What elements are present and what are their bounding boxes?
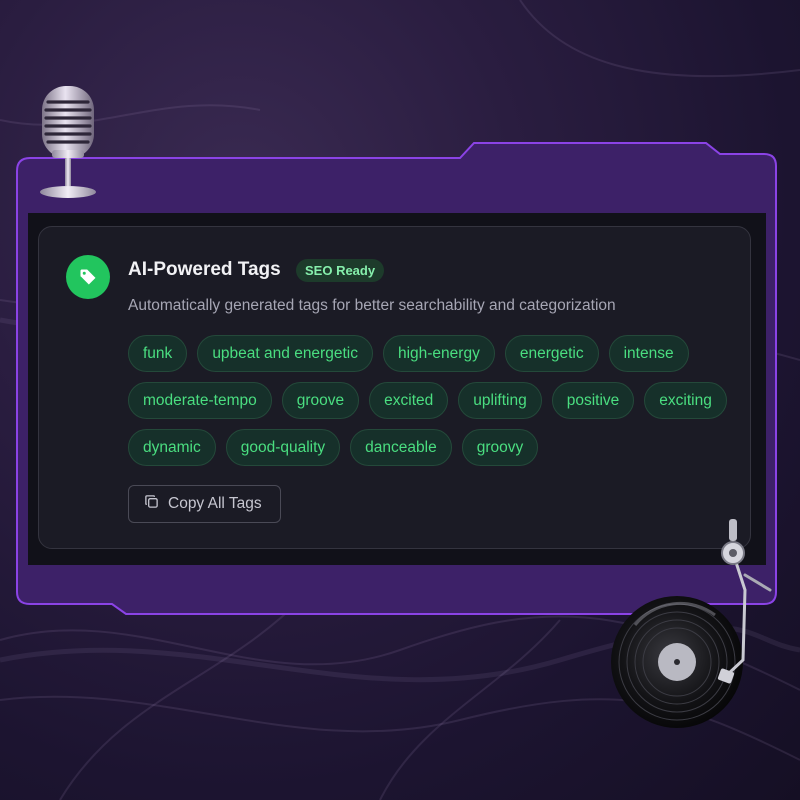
turntable-icon: [611, 519, 772, 728]
tag-chip[interactable]: excited: [369, 382, 449, 419]
tag-list: funk upbeat and energetic high-energy en…: [128, 335, 728, 466]
card-title: AI-Powered Tags: [128, 259, 281, 280]
tag-chip[interactable]: positive: [551, 382, 635, 419]
copy-icon: [144, 494, 159, 514]
tag-chip[interactable]: uplifting: [458, 382, 542, 419]
tag-chip[interactable]: good-quality: [225, 429, 341, 466]
copy-all-tags-button[interactable]: Copy All Tags: [128, 485, 281, 523]
tag-chip[interactable]: groove: [281, 382, 360, 419]
card-subtitle: Automatically generated tags for better …: [128, 297, 616, 314]
tag-chip[interactable]: exciting: [644, 382, 727, 419]
tag-chip[interactable]: intense: [608, 335, 689, 372]
tag-chip[interactable]: danceable: [350, 429, 452, 466]
tag-chip[interactable]: high-energy: [382, 335, 495, 372]
tag-chip[interactable]: energetic: [504, 335, 599, 372]
tag-chip[interactable]: groovy: [461, 429, 539, 466]
tag-chip[interactable]: upbeat and energetic: [197, 335, 373, 372]
copy-all-tags-label: Copy All Tags: [168, 495, 262, 512]
seo-ready-badge: SEO Ready: [296, 259, 385, 282]
tag-chip[interactable]: moderate-tempo: [128, 382, 272, 419]
tag-icon: [66, 255, 110, 299]
tag-chip[interactable]: dynamic: [128, 429, 216, 466]
tag-chip[interactable]: funk: [128, 335, 188, 372]
microphone-icon: [40, 86, 96, 198]
